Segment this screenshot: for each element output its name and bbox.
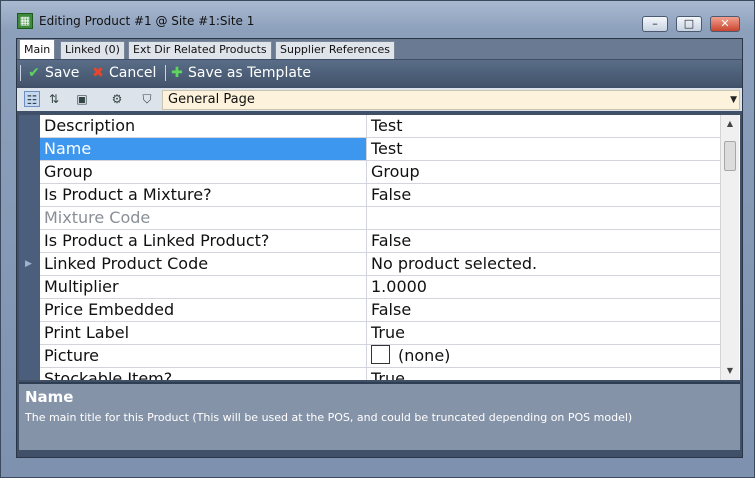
help-title: Name xyxy=(25,388,74,406)
help-panel: Name The main title for this Product (Th… xyxy=(19,382,740,450)
picture-value: (none) xyxy=(398,346,451,365)
property-name: Is Product a Linked Product? xyxy=(40,230,367,252)
property-name: Name xyxy=(40,138,367,160)
scroll-up-icon[interactable]: ▲ xyxy=(723,117,737,131)
editor-frame: Main Linked (0) Ext Dir Related Products… xyxy=(16,38,743,458)
property-value[interactable]: True xyxy=(367,368,720,380)
tab-strip: Main Linked (0) Ext Dir Related Products… xyxy=(17,39,742,59)
property-row[interactable]: Linked Product Code No product selected. xyxy=(40,253,720,276)
tab-linked[interactable]: Linked (0) xyxy=(60,41,125,59)
property-value[interactable]: 1.0000 xyxy=(367,276,720,298)
property-row[interactable]: Is Product a Linked Product? False xyxy=(40,230,720,253)
scroll-thumb[interactable] xyxy=(724,141,736,171)
property-row[interactable]: Mixture Code xyxy=(40,207,720,230)
property-value[interactable]: (none) xyxy=(367,345,720,367)
property-row[interactable]: Is Product a Mixture? False xyxy=(40,184,720,207)
property-pages-icon[interactable]: ▣ xyxy=(74,91,90,107)
settings-gear-icon[interactable]: ⚙ xyxy=(109,91,125,107)
app-icon: ▦ xyxy=(17,13,33,29)
maximize-button[interactable]: □ xyxy=(676,16,702,32)
save-as-template-button[interactable]: ✚ Save as Template xyxy=(170,64,311,82)
property-name: Description xyxy=(40,115,367,137)
property-row[interactable]: Group Group xyxy=(40,161,720,184)
editor-window: ▦ Editing Product #1 @ Site #1:Site 1 – … xyxy=(0,0,755,478)
property-row-selected[interactable]: Name Test xyxy=(40,138,720,161)
row-gutter xyxy=(19,115,40,380)
title-bar[interactable]: ▦ Editing Product #1 @ Site #1:Site 1 – … xyxy=(1,1,754,37)
property-row[interactable]: Stockable Item? True xyxy=(40,368,720,380)
property-name: Is Product a Mixture? xyxy=(40,184,367,206)
property-name: Print Label xyxy=(40,322,367,344)
property-name: Picture xyxy=(40,345,367,367)
property-row[interactable]: Description Test xyxy=(40,115,720,138)
property-name: Multiplier xyxy=(40,276,367,298)
row-pointer-icon: ▶ xyxy=(25,259,32,269)
tab-supplier-references[interactable]: Supplier References xyxy=(275,41,395,59)
plus-icon: ✚ xyxy=(171,65,183,81)
property-grid-toolbar: ☷ ⇅ ▣ ⚙ ⛉ General Page ▼ xyxy=(17,88,742,111)
chevron-down-icon: ▼ xyxy=(730,95,737,105)
toolbar-separator xyxy=(165,65,166,81)
property-value[interactable]: False xyxy=(367,230,720,252)
page-selector-dropdown[interactable]: General Page ▼ xyxy=(162,90,740,110)
property-value xyxy=(367,207,720,229)
save-button[interactable]: ✔ Save xyxy=(27,64,79,82)
action-toolbar: ✔ Save ✖ Cancel ✚ Save as Template xyxy=(17,60,742,86)
property-value[interactable]: True xyxy=(367,322,720,344)
property-name: Group xyxy=(40,161,367,183)
property-value[interactable]: False xyxy=(367,184,720,206)
save-label: Save xyxy=(45,65,80,81)
help-description: The main title for this Product (This wi… xyxy=(25,411,633,424)
property-name: Stockable Item? xyxy=(40,368,367,380)
check-icon: ✔ xyxy=(28,65,40,81)
alphabetical-sort-icon[interactable]: ⇅ xyxy=(46,91,62,107)
property-value[interactable]: Test xyxy=(367,115,720,137)
property-row[interactable]: Multiplier 1.0000 xyxy=(40,276,720,299)
scroll-down-icon[interactable]: ▼ xyxy=(723,364,737,378)
property-name: Linked Product Code xyxy=(40,253,367,275)
property-value[interactable]: False xyxy=(367,299,720,321)
toolbar-grip xyxy=(20,65,21,81)
x-icon: ✖ xyxy=(92,65,104,81)
tab-main[interactable]: Main xyxy=(19,39,56,59)
property-value[interactable]: Test xyxy=(367,138,720,160)
window-title: Editing Product #1 @ Site #1:Site 1 xyxy=(39,14,255,28)
page-selector-value: General Page xyxy=(168,92,255,107)
property-row[interactable]: Picture (none) xyxy=(40,345,720,368)
property-value[interactable]: Group xyxy=(367,161,720,183)
categorized-view-icon[interactable]: ☷ xyxy=(24,91,40,107)
property-grid: Description Test Name Test Group Group I… xyxy=(19,115,740,380)
property-name: Mixture Code xyxy=(40,207,367,229)
tab-ext-dir-related-products[interactable]: Ext Dir Related Products xyxy=(128,41,272,59)
cancel-button[interactable]: ✖ Cancel xyxy=(91,64,156,82)
property-row[interactable]: Print Label True xyxy=(40,322,720,345)
property-name: Price Embedded xyxy=(40,299,367,321)
shield-icon[interactable]: ⛉ xyxy=(139,91,155,107)
cancel-label: Cancel xyxy=(109,65,157,81)
property-value[interactable]: No product selected. xyxy=(367,253,720,275)
picture-thumbnail[interactable] xyxy=(371,345,390,364)
save-as-template-label: Save as Template xyxy=(188,65,312,81)
grid-scrollbar[interactable]: ▲ ▼ xyxy=(720,115,739,380)
property-row[interactable]: Price Embedded False xyxy=(40,299,720,322)
minimize-button[interactable]: – xyxy=(642,16,668,32)
close-button[interactable]: ✕ xyxy=(710,16,740,32)
